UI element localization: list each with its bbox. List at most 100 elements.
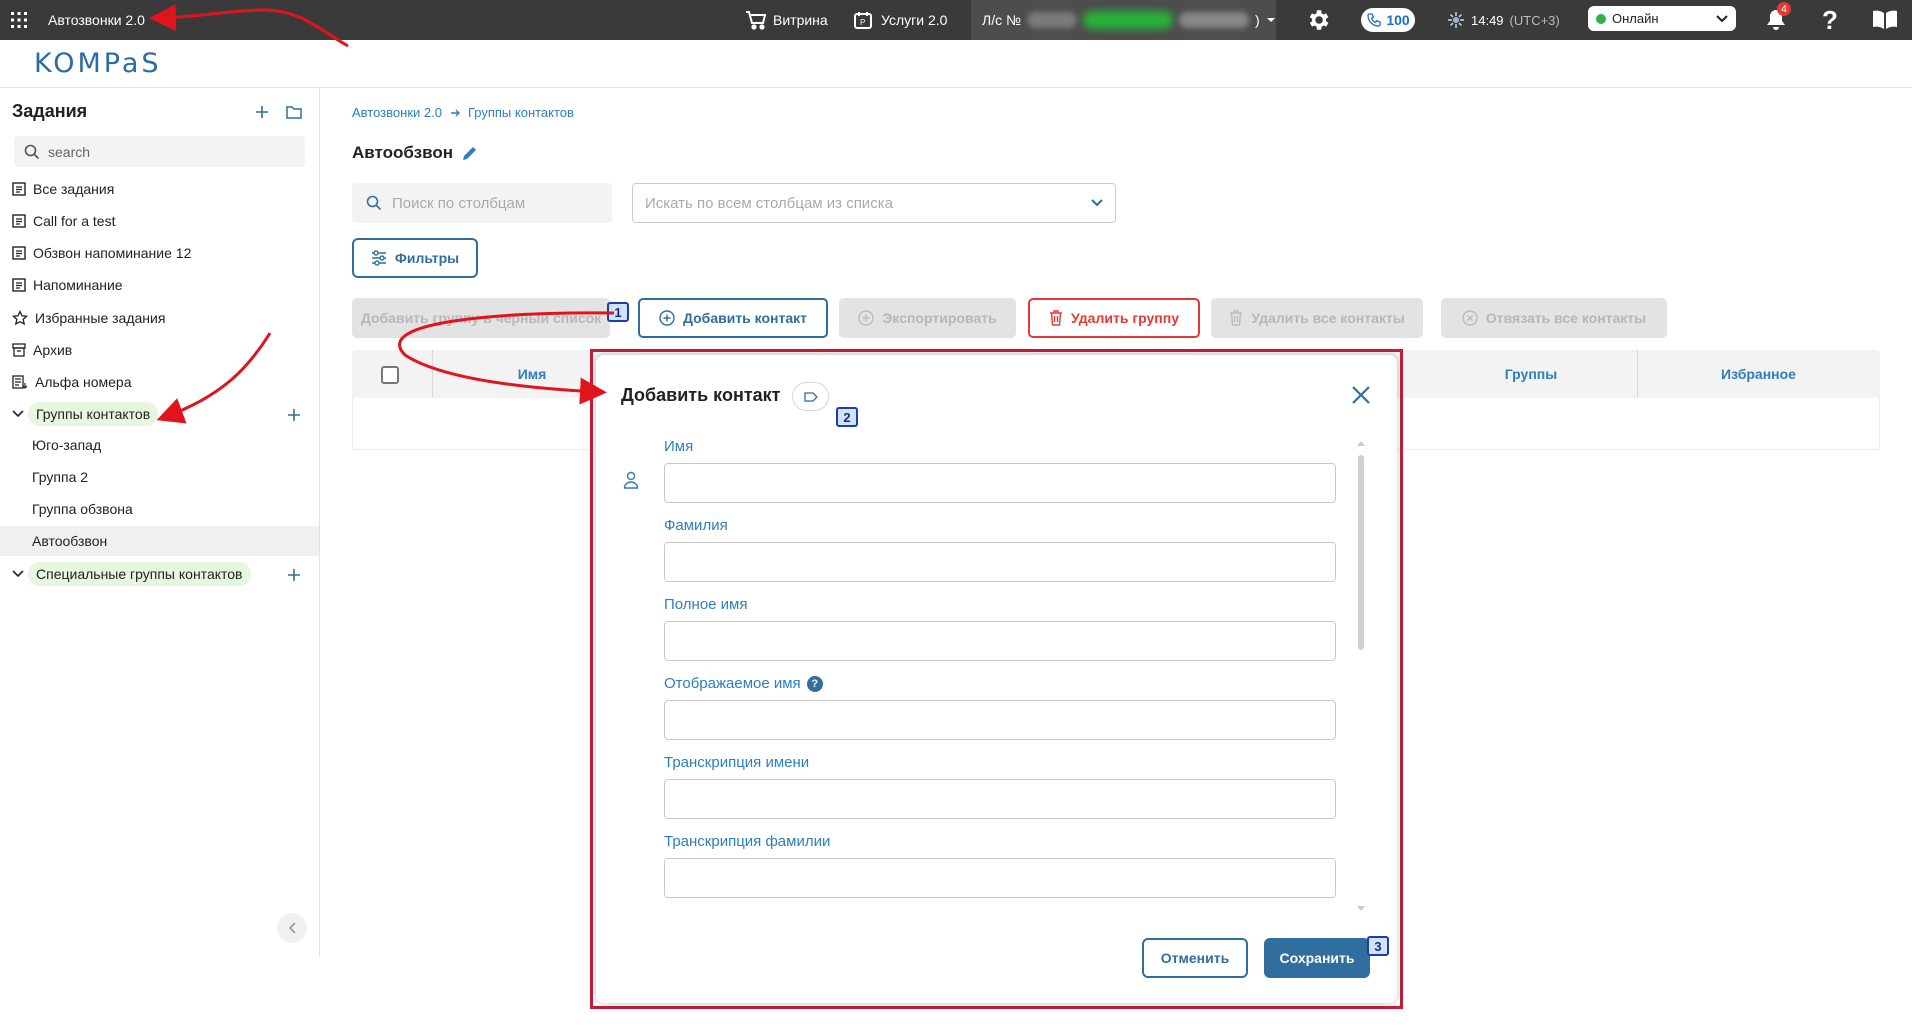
full-name-input[interactable] (664, 621, 1336, 661)
export-button[interactable]: Экспортировать (839, 298, 1016, 338)
scroll-up-icon (1357, 441, 1365, 446)
sidebar-subitem-group-2[interactable]: Группа 2 (0, 462, 319, 492)
field-label-full-name: Полное имя (664, 596, 748, 613)
delete-group-button[interactable]: Удалить группу (1028, 298, 1200, 338)
add-contact-group-icon[interactable] (287, 408, 301, 422)
account-number-redacted (1027, 12, 1077, 28)
sidebar-item-favorites[interactable]: Избранные задания (12, 304, 165, 332)
breadcrumb-link-contact-groups[interactable]: Группы контактов (468, 105, 574, 120)
docs-button[interactable] (1872, 0, 1898, 40)
sidebar-item-contact-groups[interactable]: Группы контактов (12, 400, 159, 428)
sidebar: Задания search Все задания Call for a te… (0, 88, 320, 956)
sidebar-subitem-autodial[interactable]: Автообзвон (0, 526, 319, 556)
close-dialog-button[interactable] (1350, 384, 1376, 410)
sidebar-item-label: Специальные группы контактов (28, 562, 251, 586)
settings-button[interactable] (1305, 0, 1331, 40)
dialog-scrollbar[interactable] (1356, 440, 1366, 913)
pencil-icon[interactable] (461, 144, 479, 162)
save-button[interactable]: Сохранить (1264, 938, 1370, 978)
services-label: Услуги 2.0 (881, 12, 948, 28)
sidebar-item-reminder[interactable]: Напоминание (12, 271, 123, 299)
folder-icon[interactable] (286, 105, 302, 119)
sidebar-item-special-groups[interactable]: Специальные группы контактов (12, 560, 251, 588)
apps-grid-button[interactable] (10, 0, 28, 40)
field-label-display-name: Отображаемое имя ? (664, 675, 823, 692)
services-link[interactable]: P Услуги 2.0 (853, 0, 947, 40)
cancel-button[interactable]: Отменить (1142, 938, 1248, 978)
filters-button[interactable]: Фильтры (352, 238, 478, 278)
tag-button[interactable] (792, 382, 829, 411)
online-dot-icon (1596, 13, 1606, 24)
chevron-down-icon (1716, 14, 1728, 22)
dialog-title: Добавить контакт (621, 385, 781, 405)
first-name-input[interactable] (664, 463, 1336, 503)
add-task-icon[interactable] (255, 105, 269, 119)
phone-icon (1367, 13, 1381, 27)
account-selector[interactable]: Л/с № ) (971, 0, 1276, 40)
clock: 14:49 (UTC+3) (1447, 0, 1560, 40)
add-contact-button[interactable]: Добавить контакт (638, 298, 828, 338)
sidebar-item-reminder-12[interactable]: Обзвон напоминание 12 (12, 239, 191, 267)
scrollbar-thumb[interactable] (1358, 455, 1364, 650)
question-icon: ? (1822, 4, 1838, 35)
display-name-input[interactable] (664, 700, 1336, 740)
search-icon (366, 195, 382, 211)
page-title: Автообзвон (352, 143, 479, 163)
all-columns-select[interactable]: Искать по всем столбцам из списка (632, 183, 1116, 223)
sidebar-search[interactable]: search (14, 136, 305, 167)
status-value: Онлайн (1612, 11, 1659, 26)
sidebar-item-alpha-numbers[interactable]: Альфа номера (12, 368, 132, 396)
sidebar-item-label: Архив (33, 342, 73, 358)
sidebar-subitem-south-west[interactable]: Юго-запад (0, 430, 319, 460)
delete-all-contacts-button[interactable]: Удалить все контакты (1211, 298, 1423, 338)
calls-counter[interactable]: 100 (1361, 8, 1415, 32)
plus-circle-icon (858, 310, 875, 326)
last-name-transcription-input[interactable] (664, 858, 1336, 898)
app-title[interactable]: Автозвонки 2.0 (48, 0, 145, 40)
collapse-sidebar-button[interactable] (277, 913, 307, 943)
sidebar-item-label: Напоминание (33, 277, 123, 293)
first-name-transcription-input[interactable] (664, 779, 1336, 819)
sidebar-item-all-tasks[interactable]: Все задания (12, 175, 114, 203)
logo-bar: KOMPaS (0, 40, 1912, 88)
breadcrumb-link-autocalls[interactable]: Автозвонки 2.0 (352, 105, 442, 120)
help-icon[interactable]: ? (806, 675, 823, 692)
page-title-text: Автообзвон (352, 143, 453, 162)
delete-all-contacts-label: Удалить все контакты (1251, 310, 1405, 326)
chevron-down-icon (1091, 199, 1103, 207)
top-bar: Автозвонки 2.0 Витрина P Услуги 2.0 Л/с … (0, 0, 1912, 40)
sidebar-item-label: Группы контактов (28, 402, 159, 426)
status-select[interactable]: Онлайн (1588, 6, 1736, 31)
star-icon (12, 310, 28, 326)
column-search-input[interactable]: Поиск по столбцам (352, 183, 612, 223)
arrow-right-icon (450, 109, 460, 116)
add-special-group-icon[interactable] (287, 568, 301, 582)
sidebar-item-label: Альфа номера (35, 374, 132, 390)
sidebar-item-label: Call for a test (33, 213, 116, 229)
add-to-blacklist-button[interactable]: Добавить группу в черный список (352, 298, 610, 338)
add-contact-dialog: Добавить контакт Имя Фамилия Полное имя … (596, 355, 1397, 1003)
select-all-checkbox[interactable] (381, 366, 399, 384)
unlink-all-contacts-button[interactable]: Отвязать все контакты (1441, 298, 1667, 338)
unlink-all-contacts-label: Отвязать все контакты (1485, 310, 1647, 326)
timezone-label: (UTC+3) (1509, 12, 1560, 28)
timezone-icon (1448, 12, 1464, 28)
column-favorites[interactable]: Избранное (1637, 350, 1880, 398)
step-badge-1: 1 (607, 302, 629, 322)
column-groups[interactable]: Группы (1427, 350, 1635, 398)
sidebar-subitem-dial-group[interactable]: Группа обзвона (0, 494, 319, 524)
account-name-redacted (1179, 12, 1249, 28)
help-button[interactable]: ? (1822, 0, 1838, 40)
showcase-link[interactable]: Витрина (745, 0, 828, 40)
plus-circle-icon (659, 310, 675, 326)
last-name-input[interactable] (664, 542, 1336, 582)
kompas-logo[interactable]: KOMPaS (34, 48, 162, 79)
sidebar-item-call-for-a-test[interactable]: Call for a test (12, 207, 115, 235)
add-contact-label: Добавить контакт (682, 310, 808, 326)
sidebar-item-archive[interactable]: Архив (12, 336, 72, 364)
page: Автозвонки 2.0 Витрина P Услуги 2.0 Л/с … (0, 0, 1912, 1029)
step-badge-3: 3 (1367, 936, 1389, 956)
search-icon (24, 144, 40, 159)
book-icon (1873, 10, 1897, 29)
field-label-text: Полное имя (664, 596, 748, 613)
